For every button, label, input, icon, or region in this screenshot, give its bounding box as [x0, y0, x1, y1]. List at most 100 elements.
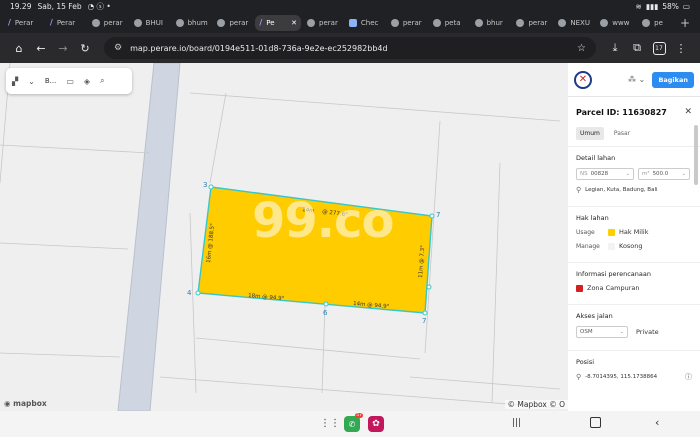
browser-tab[interactable]: perar	[303, 15, 343, 31]
map-toolbar: ▞ ⌄ B... ▭ ◈ ⌕	[6, 68, 132, 94]
section-land-rights: Hak lahan Usage Hak Milik Manage Kosong	[568, 207, 700, 263]
browser-tab[interactable]: bhum	[172, 15, 212, 31]
field-area-select[interactable]: m² 500.0 ⌄	[638, 168, 690, 180]
slash-icon: /	[49, 18, 53, 27]
browser-tab[interactable]: NEXU	[554, 15, 594, 31]
panel-tabs: Umum Pasar	[568, 123, 700, 147]
field-ns-select[interactable]: NS 00828 ⌄	[576, 168, 634, 180]
browser-tab[interactable]: / Pe ✕	[255, 15, 302, 31]
road-type-select[interactable]: OSM ⌄	[576, 326, 628, 338]
close-tab-icon[interactable]: ✕	[291, 19, 297, 27]
browser-tab[interactable]: / Perar	[4, 15, 44, 31]
url-text: map.perare.io/board/0194e511-01d8-736a-9…	[130, 43, 388, 53]
mapbox-logo-text: mapbox	[13, 399, 47, 408]
panel-scrollbar[interactable]	[694, 125, 698, 185]
system-status-bar: 19.29 Sab, 15 Feb ◔ ⓢ • ≋ ▮▮▮ 58% ▭	[0, 0, 700, 13]
vertex-label: 7	[422, 317, 426, 325]
parcel-title: Parcel ID: 11630827	[576, 107, 667, 117]
section-title: Informasi perencanaan	[576, 270, 651, 278]
browser-tab[interactable]: / Perar	[46, 15, 86, 31]
section-land-detail: Detail lahan NS 00828 ⌄ m² 500.0 ⌄ ⚲ Leg…	[568, 147, 700, 207]
reload-button[interactable]: ↻	[74, 37, 96, 59]
whatsapp-app-icon[interactable]: ✆ 57	[344, 413, 363, 432]
chevron-down-icon: ⌄	[625, 171, 630, 177]
share-button[interactable]: Bagikan	[652, 71, 694, 88]
tab-switcher-button[interactable]: 17	[648, 37, 670, 59]
slash-icon: /	[8, 18, 11, 27]
section-title: Hak lahan	[576, 214, 609, 222]
browser-tab[interactable]: perar	[512, 15, 552, 31]
back-button[interactable]: ←	[30, 37, 52, 59]
menu-kebab-icon[interactable]: ⋮	[670, 37, 692, 59]
usage-color-swatch	[608, 228, 615, 236]
book-icon[interactable]: ▭	[66, 77, 74, 86]
tab-label: Perar	[56, 19, 76, 27]
flower-app-icon[interactable]: ✿	[368, 416, 384, 432]
map-icon[interactable]: ▞	[12, 77, 18, 86]
app-logo[interactable]: ✕	[574, 70, 592, 89]
site-settings-icon[interactable]: ⚙	[114, 43, 122, 53]
chevron-down-icon: ⌄	[681, 171, 686, 177]
browser-tab[interactable]: bhur	[471, 15, 511, 31]
address-bar[interactable]: ⚙ map.perare.io/board/0194e511-01d8-736a…	[104, 37, 596, 59]
browser-tab[interactable]: www	[596, 15, 636, 31]
tab-label: bhum	[187, 19, 208, 27]
selected-parcel[interactable]	[197, 186, 433, 314]
info-icon[interactable]: ⓘ	[685, 372, 692, 382]
chevron-down-icon[interactable]: ⌄	[28, 77, 35, 86]
map-attribution[interactable]: © Mapbox © O	[504, 400, 568, 409]
back-nav-button[interactable]: ‹	[655, 416, 659, 429]
notification-icons: ◔ ⓢ •	[87, 2, 111, 11]
tab-pasar[interactable]: Pasar	[610, 127, 634, 140]
zone-value: Zona Campuran	[587, 284, 640, 292]
bookmark-star-icon[interactable]: ☆	[577, 43, 586, 54]
section-position: Posisi ⚲ -8.7014395, 115.1738864 ⓘ	[568, 351, 700, 394]
tab-label: perar	[402, 19, 422, 27]
section-road-access: Akses jalan OSM ⌄ Private	[568, 305, 700, 351]
home-button[interactable]	[590, 417, 601, 428]
search-icon[interactable]: ⌕	[100, 76, 104, 86]
system-nav-bar: ⋮⋮⋮ ✆ 57 ✿ ||| ‹	[0, 411, 700, 437]
battery-level: 58%	[662, 2, 679, 11]
location-pin-icon: ⚲	[576, 186, 582, 194]
field-prefix: m²	[642, 171, 650, 177]
globe-icon	[91, 19, 100, 27]
close-icon[interactable]: ✕	[684, 107, 692, 117]
section-title: Detail lahan	[576, 154, 616, 162]
browser-tab[interactable]: perar	[387, 15, 427, 31]
road-strip	[117, 63, 181, 411]
coordinates: -8.7014395, 115.1738864	[585, 374, 658, 380]
notification-badge: 57	[355, 413, 363, 418]
new-tab-button[interactable]: +	[680, 16, 696, 30]
tab-umum[interactable]: Umum	[576, 127, 604, 140]
battery-icon: ▭	[682, 2, 690, 11]
tab-count: 17	[652, 41, 666, 55]
map-canvas[interactable]: 3 7 4 6 7 14m @ 277.6° 16m @ 188.5° 11m …	[0, 63, 568, 411]
language-icon[interactable]: ⁂ ⌄	[628, 75, 645, 84]
browser-tab[interactable]: Chec	[345, 15, 385, 31]
translate-icon[interactable]: ⧉	[626, 37, 648, 59]
globe-icon	[307, 19, 316, 27]
browser-tab[interactable]: perar	[213, 15, 253, 31]
vertex-label: 4	[187, 289, 192, 297]
layers-icon[interactable]: ◈	[84, 77, 90, 86]
globe-icon	[642, 19, 651, 27]
forward-button[interactable]: →	[52, 37, 74, 59]
browser-toolbar: ⌂ ← → ↻ ⚙ map.perare.io/board/0194e511-0…	[0, 33, 700, 63]
home-icon[interactable]: ⌂	[8, 37, 30, 59]
browser-tab[interactable]: BHUI	[130, 15, 170, 31]
layer-select-label[interactable]: B...	[45, 77, 56, 85]
vertex-label: 7	[436, 211, 440, 219]
browser-tab-strip: / Perar / Perar perar BHUI bhum perar / Pe ✕ perar C…	[0, 13, 700, 33]
tab-label: www	[612, 19, 630, 27]
manage-value: Kosong	[619, 242, 643, 250]
recent-apps-button[interactable]: |||	[512, 418, 521, 428]
tab-label: pe	[654, 19, 663, 27]
vertex-label: 3	[203, 181, 207, 189]
browser-tab[interactable]: perar	[88, 15, 128, 31]
browser-tab[interactable]: pe	[638, 15, 678, 31]
download-icon[interactable]: ⤓	[604, 37, 626, 59]
field-value: 00828	[590, 171, 609, 177]
chevron-down-icon: ⌄	[619, 329, 624, 335]
browser-tab[interactable]: peta	[429, 15, 469, 31]
